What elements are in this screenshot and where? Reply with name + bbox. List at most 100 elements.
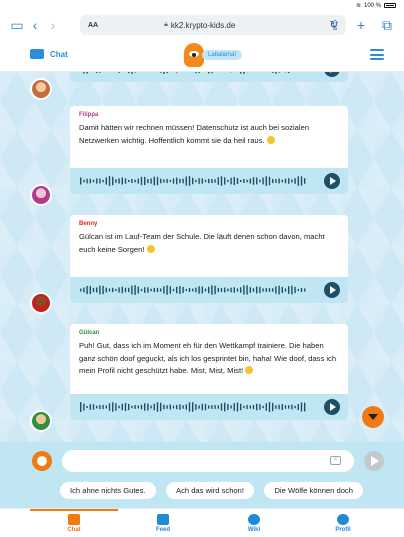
waveform-bar <box>169 404 171 410</box>
waveform-bar <box>236 178 239 184</box>
waveform-bar <box>140 404 143 410</box>
audio-waveform <box>80 402 306 412</box>
waveform-bar <box>172 288 175 292</box>
message-text: Gülcan ist im Lauf-Team der Schule. Die … <box>79 232 325 254</box>
feed-icon <box>157 514 169 525</box>
waveform-bar <box>118 405 120 409</box>
waveform-bar <box>204 288 207 292</box>
suggestion-chip[interactable]: Die Wölfe können doch <box>264 482 363 499</box>
play-button[interactable] <box>324 399 340 415</box>
waveform-bar <box>89 178 91 184</box>
waveform-bar <box>172 178 175 184</box>
waveform-bar <box>268 176 271 186</box>
waveform-bar <box>185 288 187 292</box>
waveform-bar <box>144 176 146 186</box>
waveform-bar <box>288 72 290 74</box>
waveform-bar <box>124 287 127 293</box>
waveform-bar <box>169 286 171 294</box>
waveform-bar <box>195 404 197 410</box>
nav-item-profil[interactable]: Profil <box>318 514 368 533</box>
waveform-bar <box>272 288 274 292</box>
waveform-bar <box>243 405 245 409</box>
menu-icon[interactable] <box>370 49 384 60</box>
audio-player <box>70 277 348 303</box>
scroll-down-button[interactable] <box>362 406 384 428</box>
chat-message: Benny Gülcan ist im Lauf-Team der Schule… <box>70 215 348 303</box>
waveform-bar <box>108 288 111 292</box>
message-input[interactable] <box>62 450 354 472</box>
waveform-bar <box>224 402 226 412</box>
waveform-bar <box>230 177 232 185</box>
audio-player <box>70 168 348 194</box>
waveform-bar <box>102 285 104 295</box>
nav-item-feed[interactable]: Feed <box>138 514 188 533</box>
waveform-bar <box>275 286 277 294</box>
tabs-icon[interactable]: ⧉ <box>378 16 396 34</box>
waveform-bar <box>134 405 136 409</box>
waveform-bar <box>265 176 267 186</box>
waveform-bar <box>214 405 216 409</box>
waveform-bar <box>284 405 287 409</box>
waveform-bar <box>272 178 274 184</box>
waveform-bar <box>176 404 178 410</box>
emoji-icon <box>146 244 155 253</box>
waveform-bar <box>160 178 162 184</box>
waveform-bar <box>96 178 98 184</box>
share-icon[interactable]: ⇪ <box>326 16 344 34</box>
sidebar-icon[interactable]: ▭ <box>8 16 26 34</box>
reader-options-button[interactable]: AA <box>88 22 98 29</box>
waveform-bar <box>259 404 261 410</box>
waveform-bar <box>118 178 120 184</box>
waveform-bar <box>198 178 200 184</box>
waveform-bar <box>105 405 107 409</box>
new-tab-icon[interactable]: + <box>352 16 370 34</box>
waveform-bar <box>102 404 104 410</box>
waveform-bar <box>112 287 114 293</box>
waveform-bar <box>240 179 242 183</box>
emoji-picker-button[interactable] <box>32 451 52 471</box>
waveform-bar <box>131 285 133 295</box>
waveform-bar <box>86 405 88 409</box>
waveform-bar <box>246 285 248 295</box>
audio-player <box>70 394 348 420</box>
waveform-bar <box>86 178 88 184</box>
waveform-bar <box>294 405 296 409</box>
waveform-bar <box>118 72 120 73</box>
address-bar[interactable]: AA 🔒︎ kk2.krypto-kids.de ↻ <box>80 15 346 35</box>
waveform-bar <box>176 72 178 73</box>
waveform-bar <box>83 179 85 183</box>
suggestion-chip[interactable]: Ich ahne nichts Gutes. <box>60 482 156 499</box>
send-button[interactable] <box>364 451 384 471</box>
waveform-bar <box>179 285 181 295</box>
waveform-bar <box>140 176 143 186</box>
waveform-bar <box>80 177 82 185</box>
waveform-bar <box>166 72 168 74</box>
play-button[interactable] <box>324 282 340 298</box>
play-button[interactable] <box>324 72 340 77</box>
message-text: Damit hätten wir rechnen müssen! Datensc… <box>79 123 310 145</box>
waveform-bar <box>118 287 120 293</box>
waveform-bar <box>166 405 168 409</box>
chat-header-tab[interactable]: Chat <box>30 49 68 59</box>
waveform-bar <box>281 179 283 183</box>
nav-item-chat[interactable]: Chat <box>49 514 99 533</box>
waveform-bar <box>99 72 101 73</box>
suggestion-chip[interactable]: Ach das wird schon! <box>166 482 254 499</box>
forward-icon[interactable]: › <box>44 16 62 34</box>
waveform-bar <box>249 405 251 409</box>
clear-icon[interactable]: × <box>330 456 341 465</box>
waveform-bar <box>278 404 280 410</box>
waveform-bar <box>256 177 258 185</box>
waveform-bar <box>243 179 245 183</box>
back-icon[interactable]: ‹ <box>26 16 44 34</box>
play-button[interactable] <box>324 173 340 189</box>
waveform-bar <box>220 288 223 292</box>
waveform-bar <box>192 402 194 412</box>
nav-item-wiki[interactable]: Wiki <box>229 514 279 533</box>
audio-player <box>70 72 348 82</box>
waveform-bar <box>188 402 191 412</box>
waveform-bar <box>288 405 290 409</box>
audio-waveform <box>80 285 306 295</box>
chat-messages[interactable]: Filippa Damit hätten wir rechnen müssen!… <box>0 72 404 442</box>
waveform-bar <box>131 72 133 74</box>
